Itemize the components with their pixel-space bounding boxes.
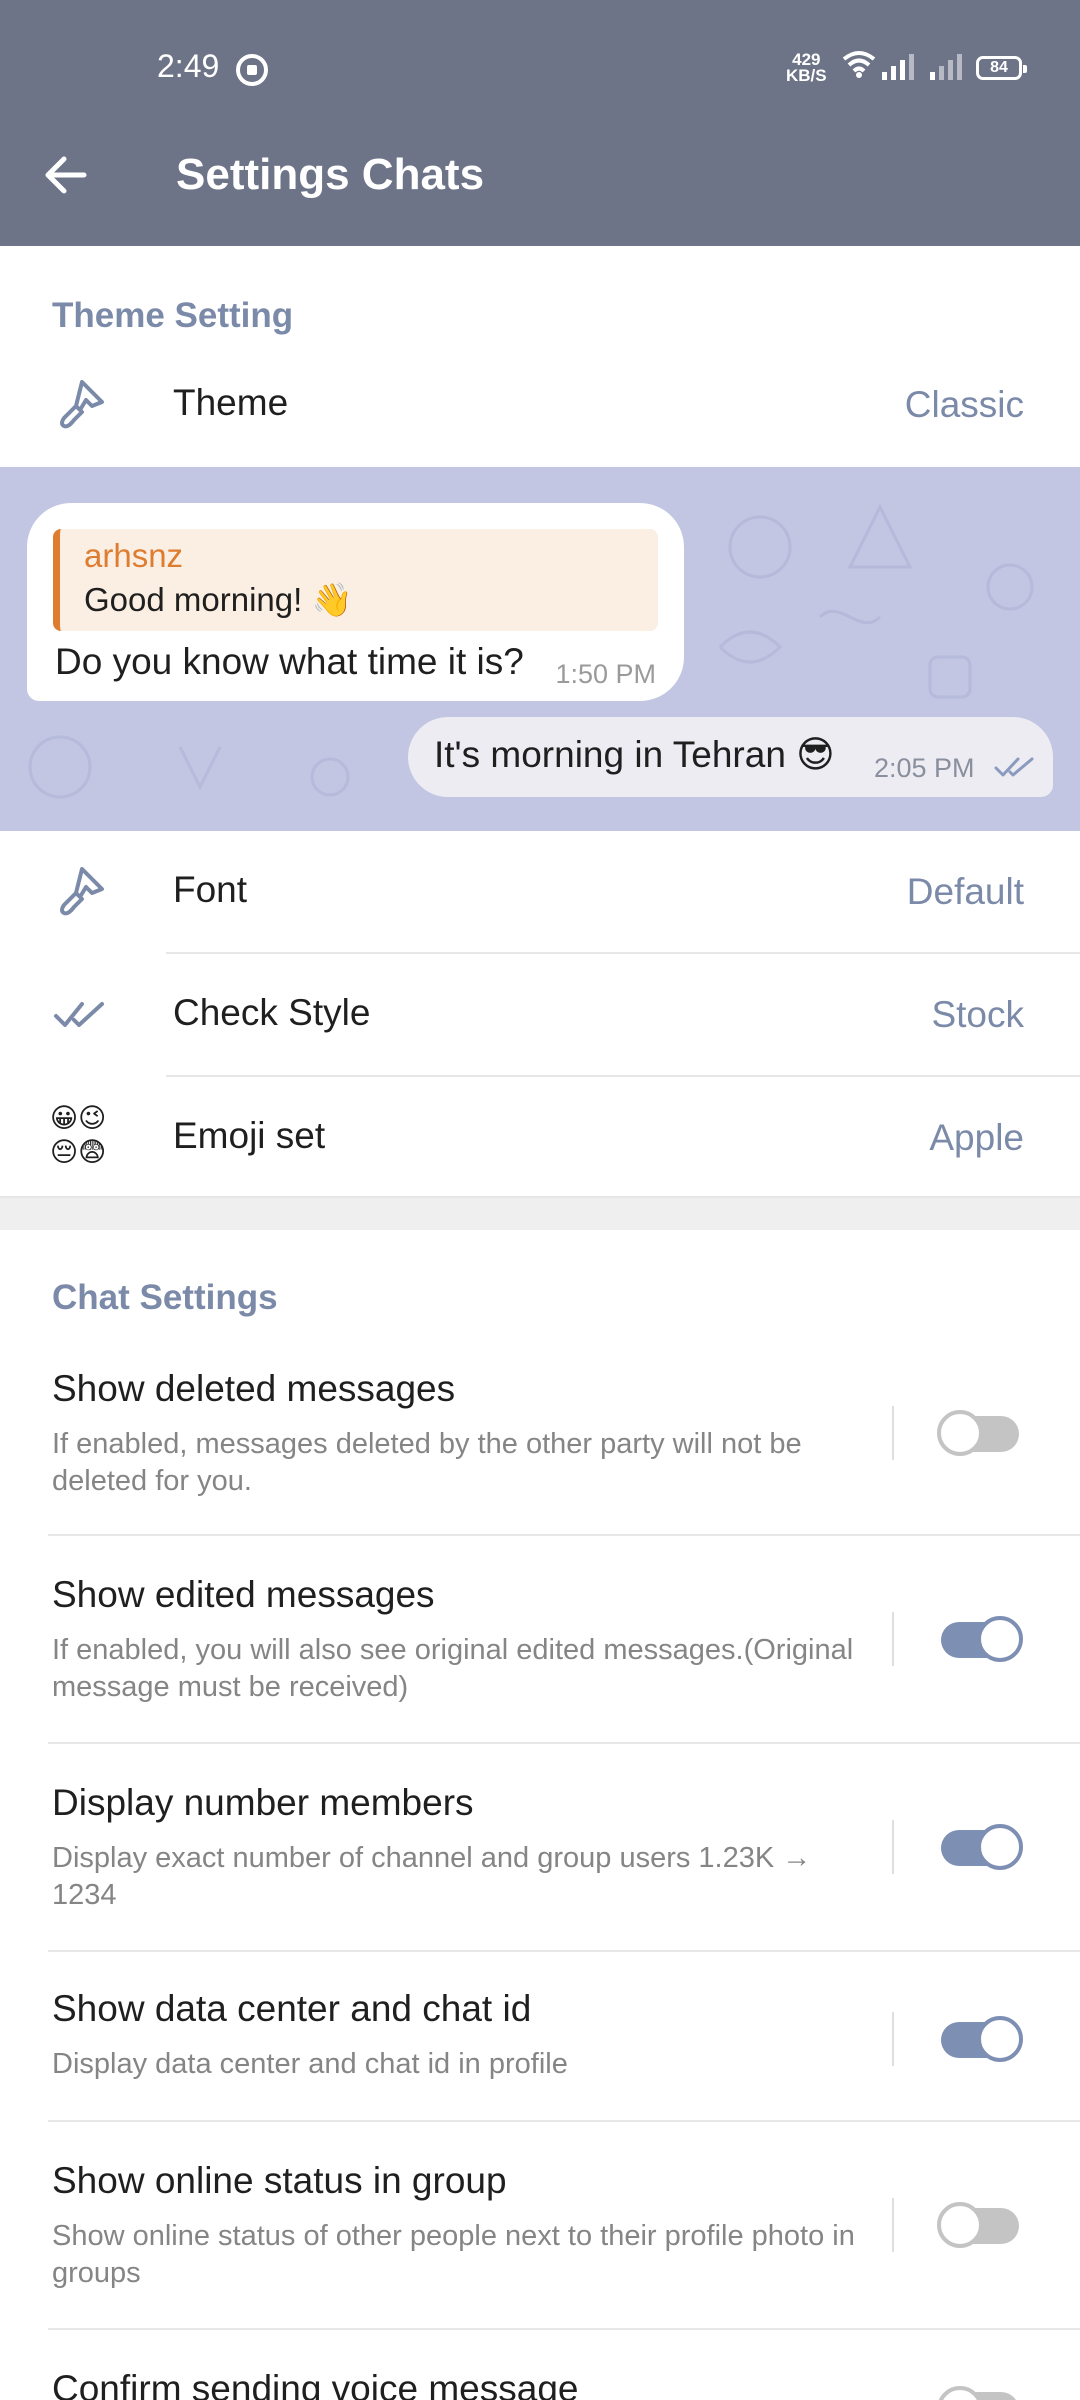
toggle-knob	[937, 2386, 983, 2400]
vertical-divider	[892, 1406, 894, 1460]
toggle-switch[interactable]	[941, 1616, 1023, 1662]
incoming-message-bubble: arhsnz Good morning! 👋 Do you know what …	[27, 503, 684, 701]
reply-quote: arhsnz Good morning! 👋	[53, 529, 658, 631]
setting-description: If enabled, messages deleted by the othe…	[52, 1428, 802, 1497]
status-time: 2:49	[157, 48, 220, 84]
vertical-divider	[892, 2198, 894, 2252]
toggle-knob	[977, 1824, 1023, 1870]
status-bar: 2:49 429 KB/S 84	[0, 0, 1080, 120]
emoji-set-value: Apple	[929, 1117, 1024, 1158]
toggle-switch[interactable]	[941, 1824, 1023, 1870]
vertical-divider	[892, 1612, 894, 1666]
signal-icon-secondary	[930, 54, 962, 80]
battery-icon: 84	[976, 56, 1027, 80]
setting-description: Show online status of other people next …	[52, 2220, 855, 2289]
arrow-left-icon[interactable]	[40, 150, 90, 200]
setting-confirm-voice-message[interactable]: Confirm sending voice message	[0, 2330, 1080, 2400]
toggle-knob	[977, 2016, 1023, 2062]
setting-title: Display number members	[52, 1782, 474, 1823]
incoming-message-time: 1:50 PM	[555, 659, 656, 689]
theme-value: Classic	[904, 384, 1024, 425]
double-check-icon	[994, 757, 1034, 777]
network-speed: 429 KB/S	[786, 50, 827, 85]
setting-title: Show data center and chat id	[52, 1988, 532, 2029]
section-header-chat-settings: Chat Settings	[52, 1278, 278, 1317]
double-check-icon	[54, 1002, 104, 1027]
setting-display-number-members[interactable]: Display number members Display exact num…	[0, 1744, 1080, 1950]
toggle-switch[interactable]	[937, 1410, 1019, 1456]
emoji-set-label: Emoji set	[173, 1115, 326, 1156]
toggle-switch[interactable]	[937, 2202, 1019, 2248]
toggle-switch[interactable]	[937, 2386, 1019, 2400]
check-style-label: Check Style	[173, 992, 371, 1033]
theme-row[interactable]: Theme Classic	[0, 344, 1080, 466]
toggle-knob	[977, 1616, 1023, 1662]
theme-label: Theme	[173, 382, 289, 423]
reply-text: Good morning! 👋	[84, 581, 353, 618]
wifi-icon	[842, 51, 876, 78]
font-label: Font	[173, 869, 248, 910]
setting-title: Confirm sending voice message	[52, 2368, 579, 2400]
page-title: Settings Chats	[176, 150, 485, 199]
top-bar: 2:49 429 KB/S 84 Settings Chats	[0, 0, 1080, 246]
check-style-value: Stock	[931, 994, 1024, 1035]
screen-record-icon	[236, 54, 268, 86]
brush-icon	[60, 380, 104, 429]
section-header-theme: Theme Setting	[52, 296, 294, 335]
signal-icon	[882, 54, 914, 80]
setting-description: Display data center and chat id in profi…	[52, 2048, 568, 2080]
toggle-switch[interactable]	[941, 2016, 1023, 2062]
font-row[interactable]: Font Default	[0, 831, 1080, 953]
setting-show-data-center[interactable]: Show data center and chat id Display dat…	[0, 1952, 1080, 2120]
setting-title: Show online status in group	[52, 2160, 507, 2201]
setting-description: If enabled, you will also see original e…	[52, 1634, 854, 1703]
setting-show-deleted-messages[interactable]: Show deleted messages If enabled, messag…	[0, 1352, 1080, 1536]
check-style-row[interactable]: Check Style Stock	[0, 954, 1080, 1076]
outgoing-message-bubble: It's morning in Tehran 😎 2:05 PM	[408, 717, 1053, 797]
reply-sender-name: arhsnz	[84, 537, 184, 574]
setting-show-edited-messages[interactable]: Show edited messages If enabled, you wil…	[0, 1536, 1080, 1742]
outgoing-message-time: 2:05 PM	[874, 753, 975, 783]
font-value: Default	[906, 871, 1024, 912]
vertical-divider	[892, 1820, 894, 1874]
chat-preview: arhsnz Good morning! 👋 Do you know what …	[0, 467, 1080, 831]
emoji-set-row[interactable]: 😀😉 😔😨 Emoji set Apple	[0, 1077, 1080, 1199]
setting-show-online-status[interactable]: Show online status in group Show online …	[0, 2122, 1080, 2328]
vertical-divider	[892, 2012, 894, 2066]
toggle-knob	[937, 1410, 983, 1456]
section-separator	[0, 1198, 1080, 1230]
toggle-knob	[937, 2202, 983, 2248]
setting-description: Display exact number of channel and grou…	[52, 1842, 812, 1911]
emoji-set-icon: 😀😉 😔😨	[50, 1103, 107, 1167]
incoming-message-text: Do you know what time it is?	[55, 641, 524, 682]
setting-title: Show deleted messages	[52, 1368, 456, 1409]
brush-icon	[60, 867, 104, 916]
outgoing-message-text: It's morning in Tehran 😎	[434, 734, 835, 775]
setting-title: Show edited messages	[52, 1574, 435, 1615]
